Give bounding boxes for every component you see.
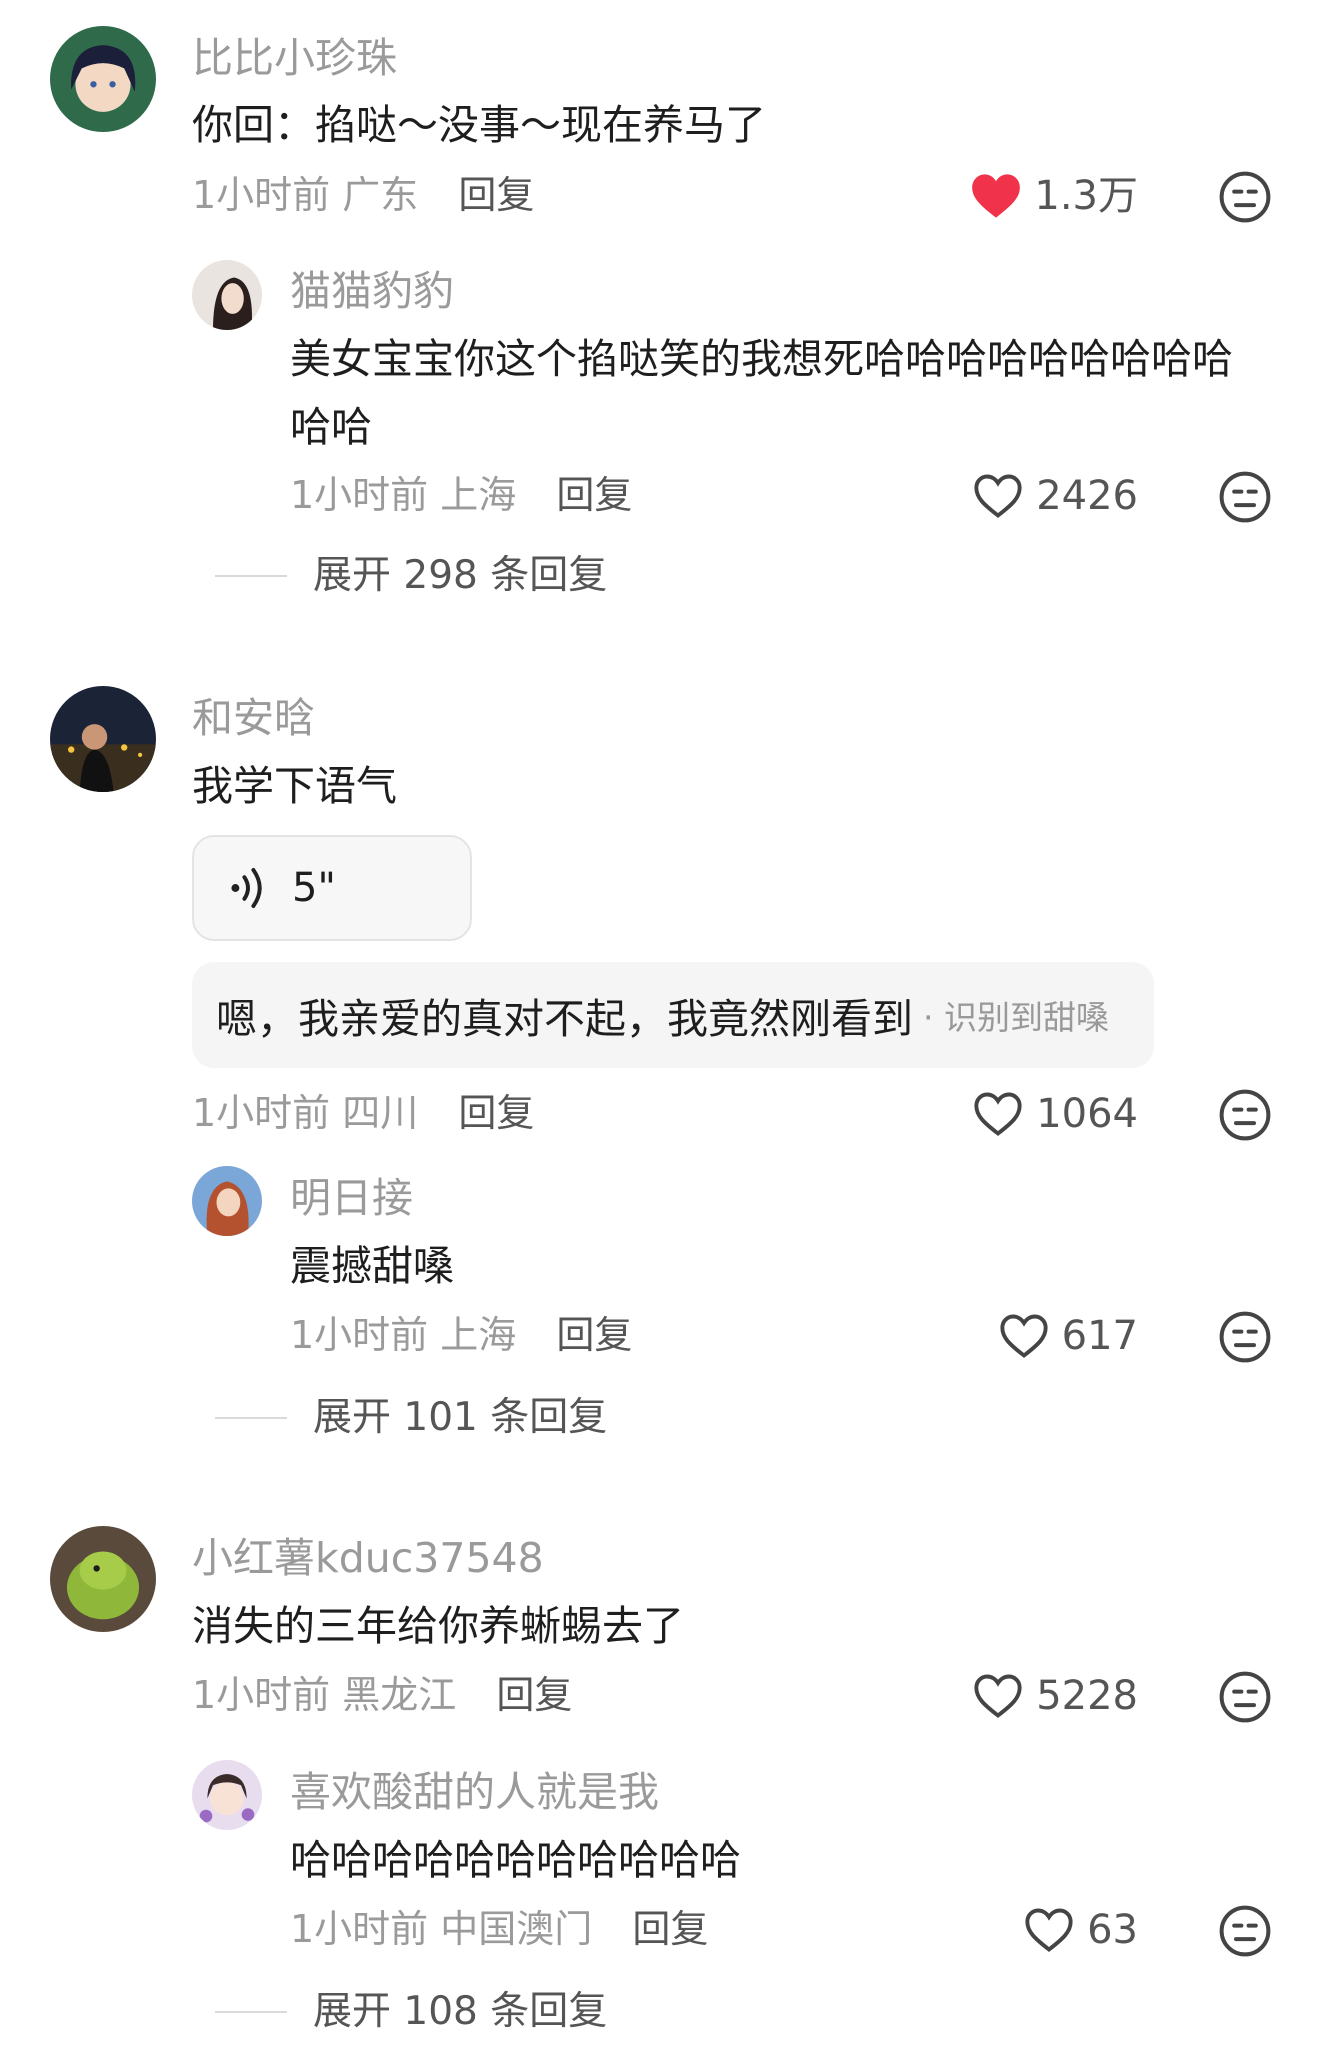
reply-time: 1小时前	[290, 1907, 429, 1951]
like-button[interactable]: 1064	[972, 1090, 1138, 1138]
expand-replies-button[interactable]: 展开 298 条回复	[215, 556, 607, 595]
heart-outline-icon	[1025, 1908, 1073, 1952]
comment-time: 1小时前	[192, 173, 331, 217]
emoji-reaction-icon[interactable]	[1218, 1904, 1272, 1958]
comment-content: 消失的三年给你养蜥蜴去了	[192, 1602, 684, 1650]
cartoon-girl-avatar[interactable]	[192, 1760, 262, 1830]
divider	[215, 2010, 287, 2013]
heart-outline-icon	[974, 474, 1022, 518]
comment-meta: 1小时前 广东 回复	[192, 176, 534, 214]
like-count: 617	[1061, 1313, 1138, 1359]
comment-location: 四川	[342, 1091, 419, 1135]
like-count: 2426	[1036, 473, 1138, 519]
comment-author[interactable]: 和安晗	[192, 698, 315, 739]
like-count: 5228	[1036, 1673, 1138, 1719]
reply-button[interactable]: 回复	[632, 1907, 708, 1951]
comment-author[interactable]: 小红薯kduc37548	[192, 1538, 544, 1579]
reply-author[interactable]: 猫猫豹豹	[290, 271, 454, 312]
heart-outline-icon	[974, 1674, 1022, 1718]
divider	[215, 1416, 287, 1419]
comment-time: 1小时前	[192, 1091, 331, 1135]
transcript-tag: · 识别到甜嗓	[923, 998, 1109, 1037]
reply-location: 上海	[440, 1313, 517, 1357]
comment-meta: 1小时前 四川 回复	[192, 1094, 534, 1132]
comment-content: 我学下语气	[192, 762, 397, 810]
expand-replies-button[interactable]: 展开 101 条回复	[215, 1398, 607, 1437]
reply-button[interactable]: 回复	[556, 1313, 632, 1357]
emoji-reaction-icon[interactable]	[1218, 1310, 1272, 1364]
heart-filled-icon	[972, 174, 1021, 218]
like-button[interactable]: 617	[998, 1312, 1138, 1360]
emoji-reaction-icon[interactable]	[1218, 1670, 1272, 1724]
reply-button[interactable]: 回复	[556, 473, 632, 517]
reply-author[interactable]: 明日接	[290, 1178, 413, 1219]
comment-location: 黑龙江	[342, 1673, 457, 1717]
expand-replies-label: 展开 298 条回复	[313, 553, 608, 598]
like-count: 63	[1087, 1907, 1138, 1953]
like-count: 1064	[1036, 1091, 1138, 1137]
comment-meta: 1小时前 黑龙江 回复	[192, 1676, 572, 1714]
like-button[interactable]: 1.3万	[970, 172, 1138, 220]
emoji-reaction-icon[interactable]	[1218, 470, 1272, 524]
expand-replies-label: 展开 101 条回复	[313, 1395, 608, 1440]
like-button[interactable]: 5228	[972, 1672, 1138, 1720]
heart-outline-icon	[974, 1092, 1022, 1136]
reply-content: 哈哈哈哈哈哈哈哈哈哈哈	[290, 1836, 741, 1884]
reply-content: 美女宝宝你这个掐哒笑的我想死哈哈哈哈哈哈哈哈哈哈哈	[290, 335, 1233, 451]
night-city-man-avatar[interactable]	[50, 686, 156, 792]
divider	[215, 574, 287, 577]
comment-time: 1小时前	[192, 1673, 331, 1717]
reply-content: 震撼甜嗓	[290, 1242, 454, 1290]
reply-button[interactable]: 回复	[458, 173, 534, 217]
reply-location: 中国澳门	[440, 1907, 593, 1951]
voice-wave-icon	[231, 868, 262, 908]
woman-portrait-avatar[interactable]	[192, 260, 262, 330]
comment-location: 广东	[342, 173, 419, 217]
like-button[interactable]: 63	[1023, 1906, 1138, 1954]
like-count: 1.3万	[1034, 173, 1138, 219]
anime-redhead-avatar[interactable]	[192, 1166, 262, 1236]
reply-button[interactable]: 回复	[496, 1673, 572, 1717]
reply-time: 1小时前	[290, 473, 429, 517]
expand-replies-label: 展开 108 条回复	[313, 1989, 608, 2034]
voice-duration: 5"	[292, 865, 336, 911]
reply-meta: 1小时前 上海 回复	[290, 476, 632, 514]
emoji-reaction-icon[interactable]	[1218, 1088, 1272, 1142]
heart-outline-icon	[1000, 1314, 1048, 1358]
reply-meta: 1小时前 上海 回复	[290, 1316, 632, 1354]
expand-replies-button[interactable]: 展开 108 条回复	[215, 1992, 607, 2031]
green-parrot-avatar[interactable]	[50, 1526, 156, 1632]
like-button[interactable]: 2426	[972, 472, 1138, 520]
comment-author[interactable]: 比比小珍珠	[192, 38, 397, 79]
reply-meta: 1小时前 中国澳门 回复	[290, 1910, 708, 1948]
reply-time: 1小时前	[290, 1313, 429, 1357]
reply-author[interactable]: 喜欢酸甜的人就是我	[290, 1772, 659, 1813]
transcript-text: 嗯，我亲爱的真对不起，我竟然刚看到	[216, 995, 913, 1043]
comment-content: 你回：掐哒～没事～现在养马了	[192, 101, 766, 149]
emoji-reaction-icon[interactable]	[1218, 170, 1272, 224]
reply-location: 上海	[440, 473, 517, 517]
anime-girl-avatar[interactable]	[50, 26, 156, 132]
reply-button[interactable]: 回复	[458, 1091, 534, 1135]
voice-transcript: 嗯，我亲爱的真对不起，我竟然刚看到 · 识别到甜嗓	[192, 962, 1154, 1068]
voice-message[interactable]: 5"	[192, 835, 472, 941]
